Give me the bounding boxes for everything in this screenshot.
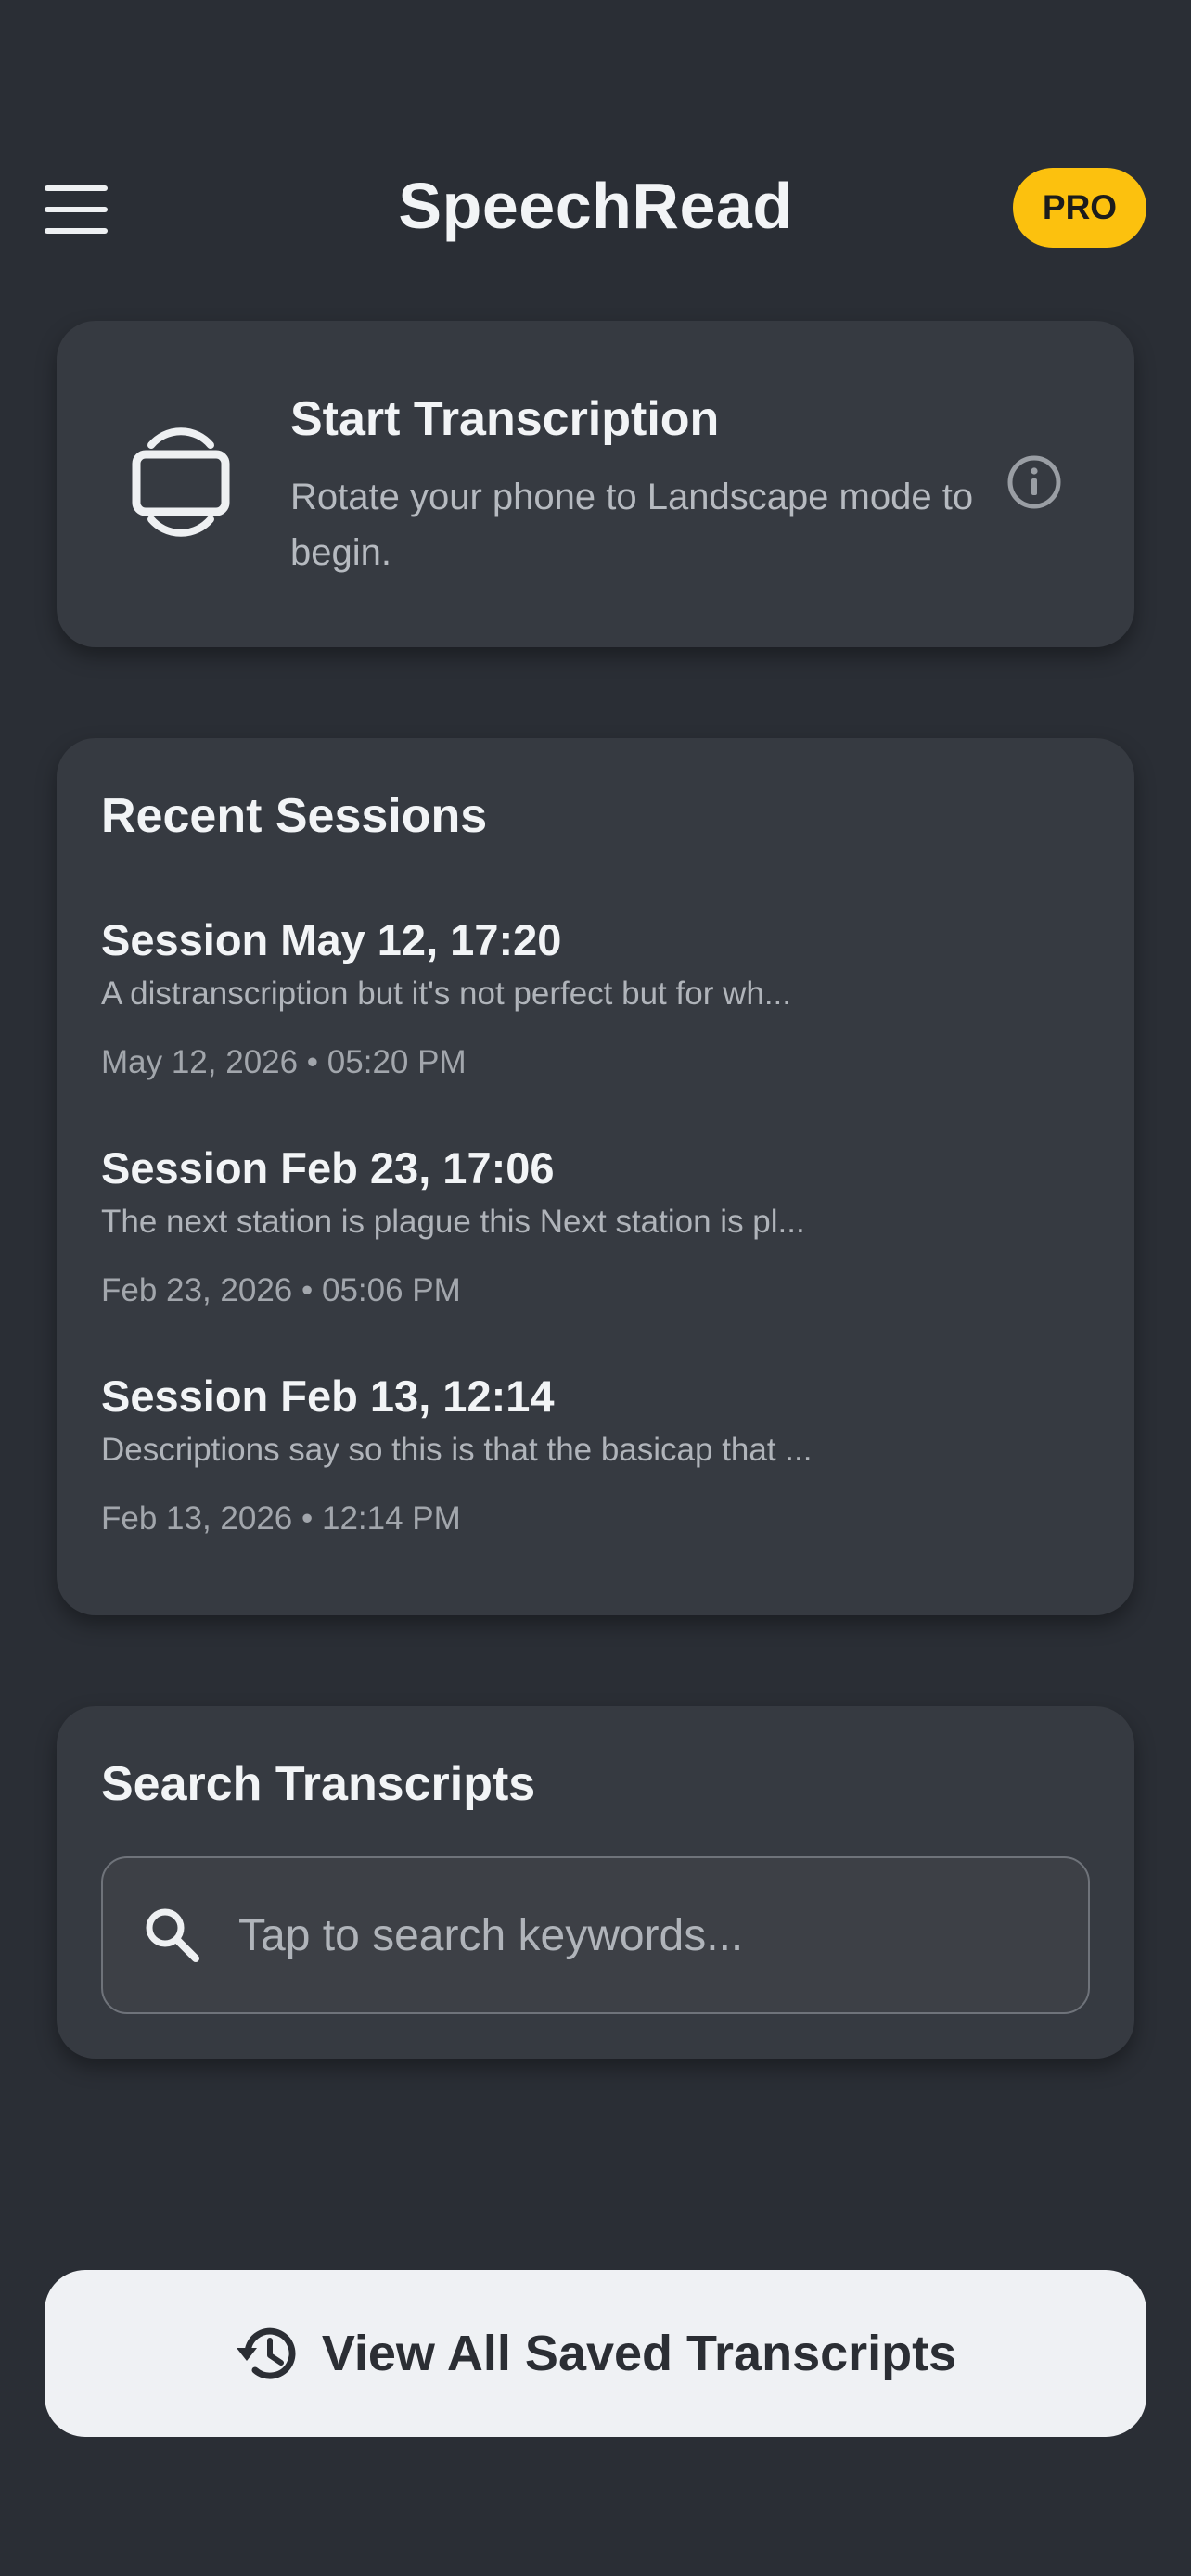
search-transcripts-card: Search Transcripts	[57, 1706, 1134, 2059]
session-preview: A distranscription but it's not perfect …	[101, 976, 791, 1012]
session-item[interactable]: Session May 12, 17:20 A distranscription…	[101, 911, 1084, 1081]
session-date: Feb 13, 2026 • 12:14 PM	[101, 1500, 461, 1537]
session-item[interactable]: Session Feb 13, 12:14 Descriptions say s…	[101, 1367, 1084, 1537]
session-preview: Descriptions say so this is that the bas…	[101, 1432, 813, 1468]
start-transcription-title: Start Transcription	[290, 392, 720, 446]
history-icon	[236, 2327, 296, 2379]
session-title: Session Feb 13, 12:14	[101, 1371, 555, 1421]
search-icon	[146, 1908, 199, 1962]
app-bar: SpeechRead PRO	[0, 130, 1191, 287]
screen-rotation-icon	[132, 427, 230, 537]
view-all-label: View All Saved Transcripts	[321, 2326, 957, 2381]
session-date: May 12, 2026 • 05:20 PM	[101, 1044, 467, 1080]
start-transcription-subtitle: Rotate your phone to Landscape mode to b…	[290, 477, 974, 573]
session-item[interactable]: Session Feb 23, 17:06 The next station i…	[101, 1139, 1084, 1309]
recent-sessions-card: Recent Sessions Session May 12, 17:20 A …	[57, 738, 1134, 1615]
session-title: Session Feb 23, 17:06	[101, 1143, 555, 1192]
recent-sessions-heading: Recent Sessions	[101, 789, 488, 843]
session-date: Feb 23, 2026 • 05:06 PM	[101, 1272, 461, 1308]
search-input[interactable]	[238, 1895, 1055, 1975]
view-all-saved-transcripts-button[interactable]: View All Saved Transcripts	[45, 2270, 1146, 2437]
session-title: Session May 12, 17:20	[101, 915, 562, 964]
session-preview: The next station is plague this Next sta…	[101, 1204, 805, 1240]
info-icon[interactable]	[1006, 454, 1062, 510]
search-heading: Search Transcripts	[101, 1757, 536, 1811]
pro-badge[interactable]: PRO	[1013, 168, 1146, 248]
search-box[interactable]	[101, 1856, 1090, 2014]
start-transcription-card[interactable]: Start Transcription Rotate your phone to…	[57, 321, 1134, 647]
